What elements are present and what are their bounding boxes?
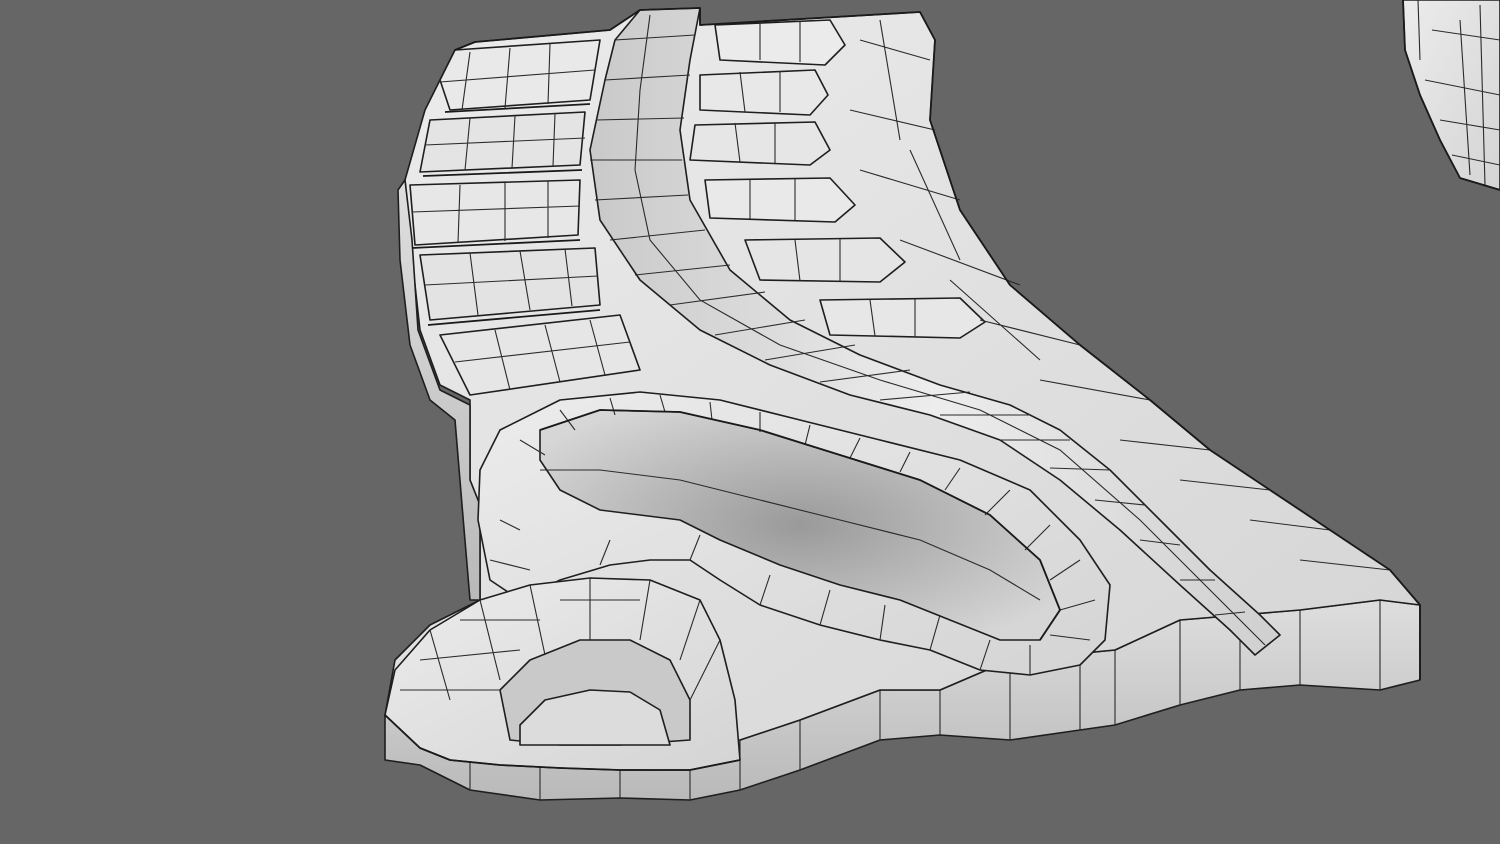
3d-viewport[interactable] xyxy=(0,0,1500,844)
neighbor-mesh-partial[interactable] xyxy=(1402,0,1500,191)
viewport-canvas[interactable] xyxy=(0,0,1500,844)
nasal-loop-mesh[interactable] xyxy=(384,577,741,771)
